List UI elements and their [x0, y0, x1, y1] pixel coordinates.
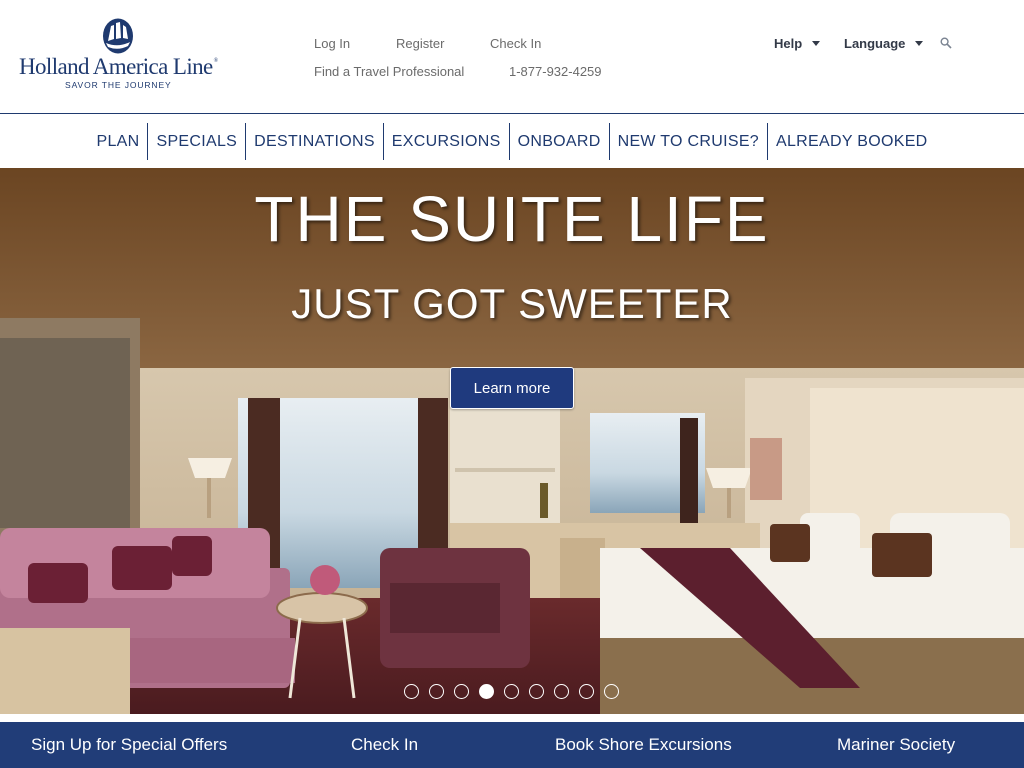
carousel-dot[interactable]	[504, 684, 519, 699]
nav-already-booked[interactable]: ALREADY BOOKED	[768, 123, 936, 160]
brand-tagline: SAVOR THE JOURNEY	[65, 80, 172, 90]
carousel-dots	[404, 684, 619, 699]
carousel-dot[interactable]	[454, 684, 469, 699]
language-label: Language	[844, 36, 906, 51]
nav-plan[interactable]: PLAN	[88, 123, 147, 160]
brand-name: Holland America Line®	[19, 54, 218, 79]
nav-excursions[interactable]: EXCURSIONS	[384, 123, 509, 160]
site-header: Holland America Line® SAVOR THE JOURNEY …	[0, 0, 1024, 114]
hero-subtitle: JUST GOT SWEETER	[291, 280, 733, 327]
carousel-dot[interactable]	[529, 684, 544, 699]
checkin-link[interactable]: Check In	[490, 36, 541, 51]
book-shore-excursions-link[interactable]: Book Shore Excursions	[555, 735, 732, 755]
nav-onboard[interactable]: ONBOARD	[510, 123, 609, 160]
find-travel-professional-link[interactable]: Find a Travel Professional	[314, 64, 464, 79]
nav-new-to-cruise[interactable]: NEW TO CRUISE?	[610, 123, 767, 160]
main-navigation: PLAN SPECIALS DESTINATIONS EXCURSIONS ON…	[0, 115, 1024, 168]
special-offers-signup-link[interactable]: Sign Up for Special Offers	[31, 735, 227, 755]
chevron-down-icon	[915, 41, 924, 46]
quick-links-bar: Sign Up for Special Offers Check In Book…	[0, 722, 1024, 768]
register-link[interactable]: Register	[396, 36, 444, 51]
phone-number-link[interactable]: 1-877-932-4259	[509, 64, 602, 79]
hero-carousel: THE SUITE LIFE JUST GOT SWEETER Learn mo…	[0, 168, 1024, 714]
chevron-down-icon	[812, 41, 821, 46]
language-dropdown[interactable]: Language	[844, 36, 924, 51]
carousel-dot[interactable]	[554, 684, 569, 699]
carousel-dot[interactable]	[604, 684, 619, 699]
carousel-dot[interactable]	[404, 684, 419, 699]
carousel-dot[interactable]	[579, 684, 594, 699]
mariner-society-link[interactable]: Mariner Society	[837, 735, 955, 755]
login-link[interactable]: Log In	[314, 36, 350, 51]
nav-destinations[interactable]: DESTINATIONS	[246, 123, 383, 160]
nav-specials[interactable]: SPECIALS	[148, 123, 245, 160]
carousel-dot[interactable]	[429, 684, 444, 699]
help-dropdown[interactable]: Help	[774, 36, 821, 51]
divider-strip	[0, 714, 1024, 722]
brand-logo[interactable]: Holland America Line® SAVOR THE JOURNEY	[19, 14, 224, 94]
learn-more-button[interactable]: Learn more	[450, 367, 574, 409]
footer-checkin-link[interactable]: Check In	[351, 735, 418, 755]
help-label: Help	[774, 36, 803, 51]
carousel-dot-active[interactable]	[479, 684, 494, 699]
ship-emblem-icon	[103, 18, 133, 54]
hero-title: THE SUITE LIFE	[254, 183, 770, 255]
search-icon[interactable]	[940, 37, 952, 49]
